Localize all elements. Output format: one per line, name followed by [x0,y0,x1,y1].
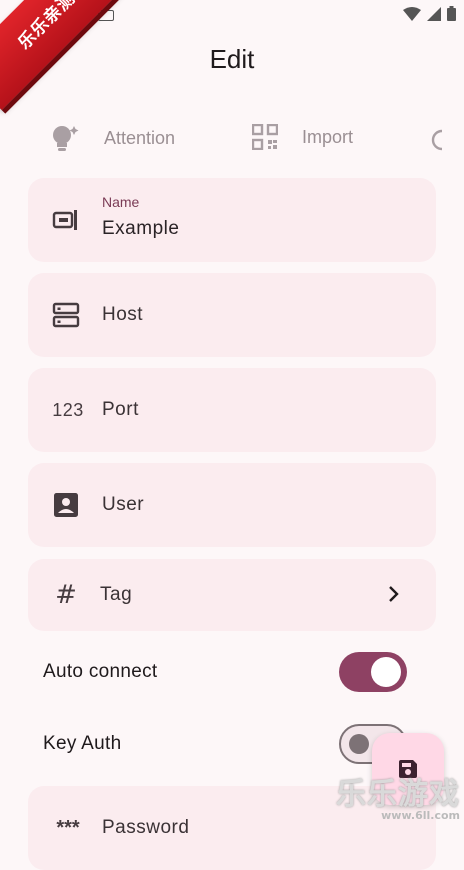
lightbulb-icon [53,126,79,151]
watermark-title: 乐乐游戏 [336,777,460,812]
key-auth-label: Key Auth [43,733,122,754]
partial-chip-icon [431,129,443,151]
quick-actions: Attention Import [0,120,464,160]
auto-connect-switch[interactable] [339,652,407,692]
auto-connect-label: Auto connect [43,661,158,682]
tag-selector[interactable]: # Tag [28,559,436,631]
hash-icon-text: # [55,580,77,610]
watermark: 乐乐游戏 www.6ll.com [336,769,460,822]
battery-icon [447,6,456,21]
key-auth-row: Key Auth [43,724,423,764]
user-field-placeholder: User [102,494,145,515]
user-field[interactable]: User [28,463,436,547]
signal-icon [427,6,441,21]
port-field-placeholder: Port [102,399,139,420]
wifi-icon [403,6,421,21]
port-field[interactable]: 123 Port [28,368,436,452]
chip-attention[interactable]: Attention [48,124,175,152]
chip-import-label: Import [302,126,354,147]
account-box-icon [52,491,80,519]
chevron-right-icon [389,586,399,602]
switch-knob [349,734,369,754]
password-field-placeholder: Password [102,817,190,838]
server-icon [52,301,80,329]
numeric-icon-text: 123 [52,399,84,420]
system-icons [403,6,456,21]
hash-icon: # [52,580,80,610]
host-field[interactable]: Host [28,273,436,357]
name-field[interactable]: Name Example [28,178,436,262]
name-field-label: Name [102,194,140,210]
label-icon [52,206,80,234]
qr-code-icon [252,124,278,150]
numeric-icon: 123 [48,396,88,424]
auto-connect-row: Auto connect [43,652,423,692]
switch-knob [371,657,401,687]
host-field-placeholder: Host [102,304,144,325]
password-icon-text: *** [56,816,80,839]
chip-attention-label: Attention [104,127,176,148]
chip-import[interactable]: Import [252,124,353,150]
name-field-value: Example [102,218,180,239]
password-icon: *** [48,814,88,842]
tag-label: Tag [100,584,133,605]
